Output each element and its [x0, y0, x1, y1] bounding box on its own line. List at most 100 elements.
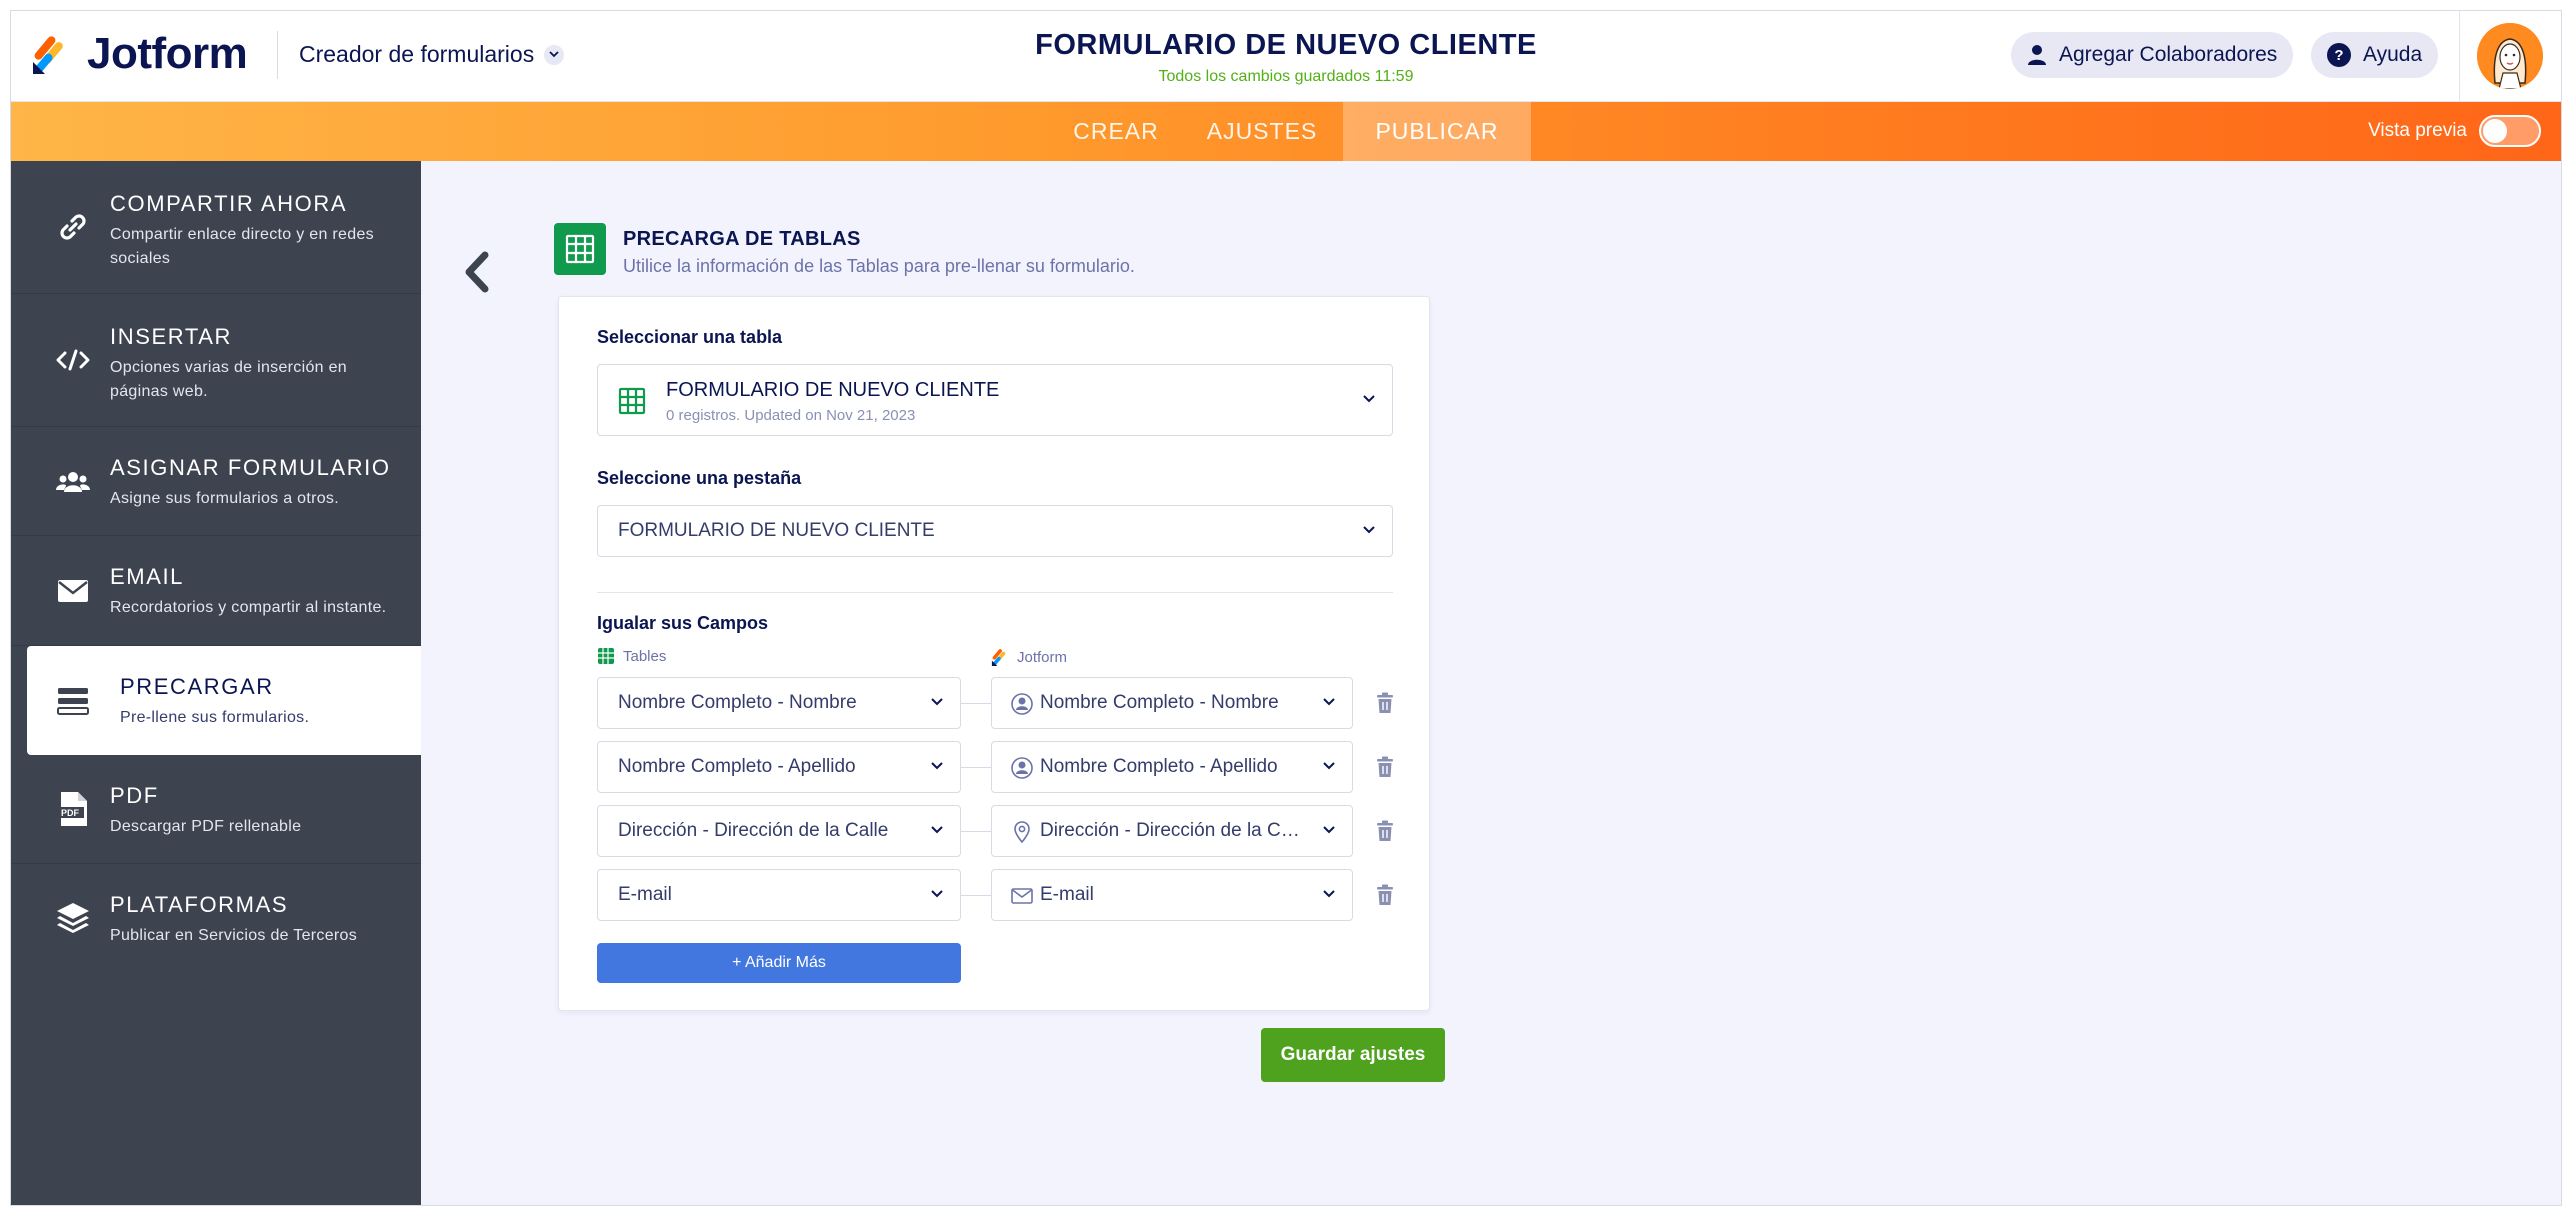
form-field-select[interactable]: Dirección - Dirección de la Calle [991, 805, 1353, 857]
mapping-row: Nombre Completo - Apellido Nombre Comple… [597, 741, 1417, 793]
chevron-down-icon [544, 44, 565, 65]
sidebar-item-title: PRECARGAR [120, 674, 274, 699]
tab-select[interactable]: FORMULARIO DE NUEVO CLIENTE [597, 505, 1393, 557]
table-field-value: E-mail [618, 884, 672, 905]
users-icon [55, 464, 91, 500]
tab-crear[interactable]: CREAR [1051, 102, 1181, 161]
tab-publicar[interactable]: PUBLICAR [1343, 102, 1531, 161]
code-icon [55, 342, 91, 378]
top-bar: Jotform Creador de formularios FORMULARI… [11, 11, 2561, 102]
chevron-down-icon [1363, 526, 1375, 534]
mapping-row: Nombre Completo - Nombre Nombre Completo… [597, 677, 1417, 729]
section-divider [597, 592, 1393, 593]
trash-icon[interactable] [1373, 691, 1397, 715]
form-field-value: Dirección - Dirección de la Calle [1040, 820, 1310, 841]
form-field-select[interactable]: Nombre Completo - Apellido [991, 741, 1353, 793]
sidebar-item-compartir-ahora[interactable]: COMPARTIR AHORA Compartir enlace directo… [11, 161, 421, 294]
form-field-select[interactable]: E-mail [991, 869, 1353, 921]
nav-tabs: CREAR AJUSTES PUBLICAR [1051, 102, 1531, 161]
sidebar-item-insertar[interactable]: INSERTAR Opciones varias de inserción en… [11, 294, 421, 427]
table-field-select[interactable]: Nombre Completo - Nombre [597, 677, 961, 729]
sidebar-item-title: PDF [110, 783, 159, 808]
mapping-connector [961, 831, 991, 832]
avatar-illustration [2477, 23, 2543, 89]
chevron-left-icon [465, 251, 489, 293]
header-divider [277, 31, 278, 79]
trash-icon[interactable] [1373, 819, 1397, 843]
table-field-value: Nombre Completo - Apellido [618, 756, 856, 777]
layers-icon [55, 900, 91, 936]
sidebar-item-desc: Compartir enlace directo y en redes soci… [110, 226, 374, 267]
toggle-knob [2483, 119, 2507, 143]
help-icon: ? [2327, 43, 2351, 67]
app-window: Jotform Creador de formularios FORMULARI… [10, 10, 2562, 1206]
sidebar-item-pdf[interactable]: PDF PDF Descargar PDF rellenable [11, 755, 421, 864]
help-label: Ayuda [2363, 43, 2423, 66]
add-collaborators-button[interactable]: Agregar Colaboradores [2011, 32, 2294, 78]
back-button[interactable] [457, 247, 497, 297]
tab-select-value: FORMULARIO DE NUEVO CLIENTE [618, 520, 935, 541]
table-field-select[interactable]: Dirección - Dirección de la Calle [597, 805, 961, 857]
sidebar-item-plataformas[interactable]: PLATAFORMAS Publicar en Servicios de Ter… [11, 864, 421, 973]
builder-menu[interactable]: Creador de formularios [299, 41, 565, 68]
mapping-label: Igualar sus Campos [597, 613, 769, 633]
form-field-value: E-mail [1040, 884, 1094, 905]
help-button[interactable]: ? Ayuda [2311, 32, 2439, 78]
preview-label: Vista previa [2368, 120, 2467, 141]
tab-select-label: Seleccione una pestaña [597, 468, 802, 488]
table-field-value: Dirección - Dirección de la Calle [618, 820, 889, 841]
sidebar-item-title: COMPARTIR AHORA [110, 191, 348, 216]
sheet-icon [598, 648, 614, 664]
form-field-select[interactable]: Nombre Completo - Nombre [991, 677, 1353, 729]
section-subtitle: Utilice la información de las Tablas par… [623, 256, 1135, 276]
mapping-row: E-mail E-mail [597, 869, 1417, 921]
add-more-button[interactable]: + Añadir Más [597, 943, 961, 983]
tab-ajustes[interactable]: AJUSTES [1181, 102, 1343, 161]
prefill-card: Seleccionar una tabla FORMULARIO DE NUEV… [558, 296, 1430, 1011]
table-select-meta: 0 registros. Updated on Nov 21, 2023 [666, 407, 916, 424]
nav-bar: CREAR AJUSTES PUBLICAR Vista previa [11, 102, 2561, 161]
header-divider-right [2459, 11, 2460, 102]
save-settings-button[interactable]: Guardar ajustes [1261, 1028, 1445, 1082]
prefill-icon [55, 683, 91, 719]
sidebar-item-precargar[interactable]: PRECARGAR Pre-llene sus formularios. [27, 646, 421, 755]
sidebar-item-desc: Descargar PDF rellenable [110, 818, 302, 835]
avatar[interactable] [2477, 23, 2543, 89]
sidebar-item-email[interactable]: EMAIL Recordatorios y compartir al insta… [11, 536, 421, 646]
chevron-down-icon [1323, 762, 1335, 770]
trash-icon[interactable] [1373, 755, 1397, 779]
table-field-select[interactable]: E-mail [597, 869, 961, 921]
sidebar-item-desc: Opciones varias de inserción en páginas … [110, 359, 347, 400]
table-select-label: Seleccionar una tabla [597, 327, 783, 347]
tables-column-header: Tables [597, 647, 666, 665]
builder-menu-label: Creador de formularios [299, 41, 535, 67]
sidebar-item-title: EMAIL [110, 564, 185, 589]
form-field-value: Nombre Completo - Nombre [1040, 692, 1279, 713]
preview-toggle[interactable] [2479, 115, 2541, 147]
user-icon [2028, 45, 2046, 65]
sidebar-item-desc: Pre-llene sus formularios. [120, 709, 310, 726]
sidebar-item-title: INSERTAR [110, 324, 233, 349]
sidebar-item-title: PLATAFORMAS [110, 892, 289, 917]
table-field-select[interactable]: Nombre Completo - Apellido [597, 741, 961, 793]
form-field-value: Nombre Completo - Apellido [1040, 756, 1278, 777]
mapping-connector [961, 767, 991, 768]
chevron-down-icon [1323, 826, 1335, 834]
section-title: PRECARGA DE TABLAS [623, 228, 861, 250]
sidebar-item-asignar-formulario[interactable]: ASIGNAR FORMULARIO Asigne sus formulario… [11, 427, 421, 536]
mapping-connector [961, 895, 991, 896]
sidebar: COMPARTIR AHORA Compartir enlace directo… [11, 161, 421, 1205]
link-icon [55, 209, 91, 245]
pdf-icon: PDF [55, 791, 91, 827]
chevron-down-icon [931, 762, 943, 770]
table-select-value: FORMULARIO DE NUEVO CLIENTE [666, 379, 1000, 401]
trash-icon[interactable] [1373, 883, 1397, 907]
chevron-down-icon [931, 890, 943, 898]
chevron-down-icon [1363, 395, 1375, 403]
sidebar-item-desc: Asigne sus formularios a otros. [110, 490, 339, 507]
jotform-column-header: Jotform [991, 647, 1067, 667]
tables-column-label: Tables [623, 647, 667, 665]
jotform-logo[interactable]: Jotform [31, 29, 248, 79]
table-select[interactable]: FORMULARIO DE NUEVO CLIENTE 0 registros.… [597, 364, 1393, 436]
chevron-down-icon [931, 698, 943, 706]
